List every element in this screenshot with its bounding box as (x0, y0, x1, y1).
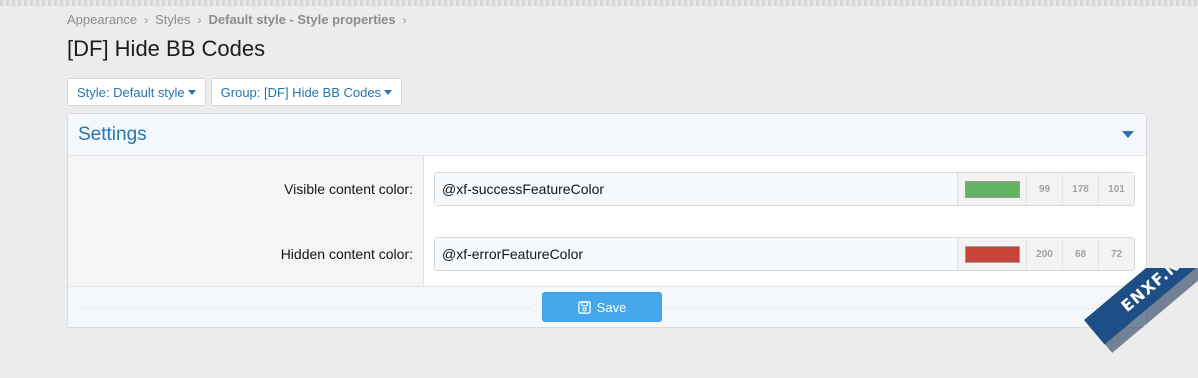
watermark-text: ENXF.NET (1084, 268, 1198, 345)
footer-divider (80, 308, 530, 309)
filter-bar: Style: Default style Group: [DF] Hide BB… (67, 78, 403, 106)
hidden-color-red: 200 (1026, 238, 1062, 270)
style-filter-label: Style: Default style (77, 84, 185, 100)
caret-down-icon (384, 89, 393, 95)
breadcrumb-styles[interactable]: Styles (155, 12, 190, 27)
visible-color-picker[interactable] (957, 173, 1026, 205)
visible-color-field: 99 178 101 (434, 172, 1135, 206)
setting-row-hidden-color: Hidden content color: 200 68 72 (68, 237, 1146, 271)
group-filter-label: Group: [DF] Hide BB Codes (220, 84, 382, 100)
setting-row-visible-color: Visible content color: 99 178 101 (68, 172, 1146, 206)
caret-down-icon (187, 89, 196, 95)
settings-panel: Settings Visible content color: 99 178 1… (67, 113, 1147, 328)
breadcrumb-style-properties[interactable]: Default style - Style properties (209, 12, 396, 27)
save-button[interactable]: Save (542, 292, 662, 322)
visible-color-swatch (964, 180, 1020, 198)
group-filter-button[interactable]: Group: [DF] Hide BB Codes (210, 78, 403, 106)
hidden-color-blue: 72 (1098, 238, 1134, 270)
visible-color-label: Visible content color: (284, 181, 413, 197)
hidden-color-picker[interactable] (957, 238, 1026, 270)
breadcrumb: Appearance › Styles › Default style - St… (67, 12, 414, 27)
panel-title: Settings (78, 123, 147, 145)
visible-color-red: 99 (1026, 173, 1062, 205)
panel-header[interactable]: Settings (68, 114, 1146, 156)
save-icon (577, 300, 591, 314)
hidden-color-input[interactable] (435, 238, 957, 270)
settings-rows: Visible content color: 99 178 101 Hidden… (68, 156, 1146, 286)
visible-color-input[interactable] (435, 173, 957, 205)
visible-color-green: 178 (1062, 173, 1098, 205)
style-filter-button[interactable]: Style: Default style (67, 78, 206, 106)
watermark-logo: ENXF.NET (1078, 268, 1198, 378)
footer-divider (664, 308, 1134, 309)
chevron-right-icon: › (197, 12, 202, 27)
hidden-color-label: Hidden content color: (280, 246, 413, 262)
breadcrumb-appearance[interactable]: Appearance (67, 12, 137, 27)
hidden-color-swatch (964, 245, 1020, 263)
collapse-toggle-icon[interactable] (1122, 131, 1134, 138)
chevron-right-icon: › (402, 12, 407, 27)
hidden-color-green: 68 (1062, 238, 1098, 270)
hidden-color-field: 200 68 72 (434, 237, 1135, 271)
page-title: [DF] Hide BB Codes (67, 36, 266, 61)
chevron-right-icon: › (144, 12, 149, 27)
panel-footer: Save (68, 286, 1146, 327)
visible-color-blue: 101 (1098, 173, 1134, 205)
top-border (0, 0, 1198, 6)
save-button-label: Save (596, 299, 627, 315)
